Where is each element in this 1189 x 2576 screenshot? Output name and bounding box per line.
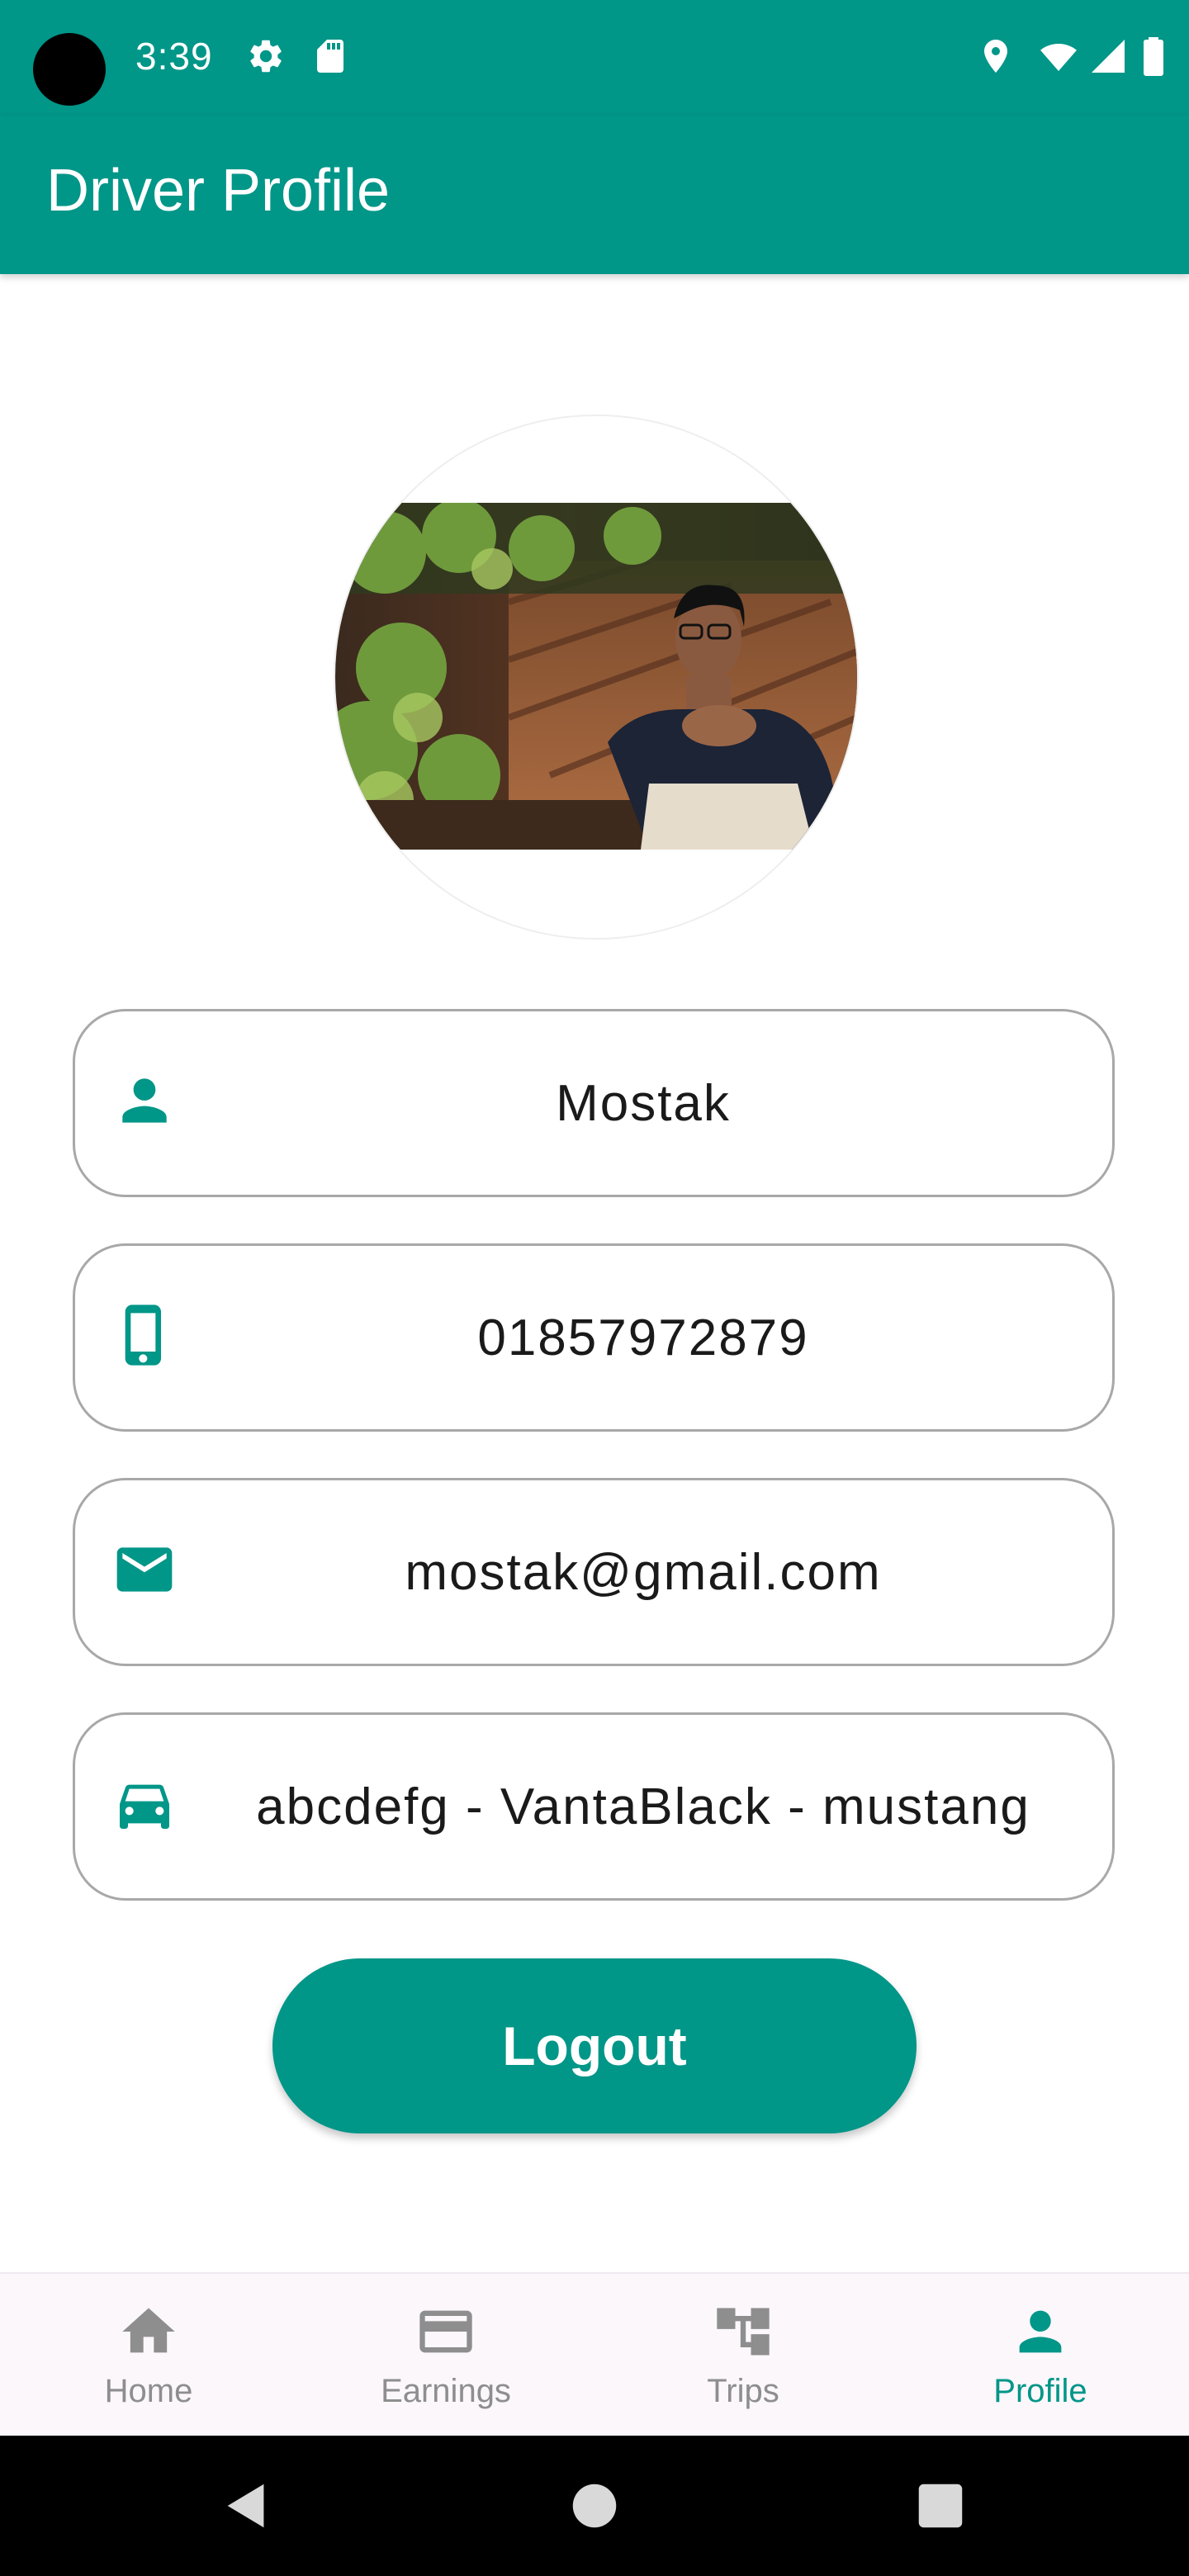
gear-icon: [246, 36, 286, 76]
app-bar: Driver Profile: [0, 116, 1189, 274]
location-icon: [976, 36, 1016, 76]
phone-value: 01857972879: [477, 1309, 809, 1366]
recents-icon[interactable]: [912, 2477, 969, 2535]
vehicle-value: abcdefg - VantaBlack - mustang: [256, 1778, 1030, 1835]
driver-photo-image: [335, 503, 857, 850]
name-value: Mostak: [556, 1074, 731, 1132]
battery-icon: [1139, 36, 1168, 76]
system-navigation-bar: [0, 2436, 1189, 2576]
trips-tree-icon: [712, 2300, 775, 2363]
driver-photo: [334, 414, 859, 940]
nav-item-home[interactable]: Home: [0, 2274, 297, 2437]
page-title: Driver Profile: [46, 158, 391, 224]
signal-icon: [1088, 36, 1128, 76]
name-field[interactable]: Mostak: [73, 1009, 1115, 1197]
email-value: mostak@gmail.com: [405, 1543, 882, 1601]
logout-button[interactable]: Logout: [272, 1958, 917, 2133]
earnings-card-icon: [414, 2300, 477, 2363]
profile-person-icon: [1009, 2300, 1072, 2363]
back-icon[interactable]: [218, 2477, 276, 2535]
email-icon: [111, 1537, 178, 1603]
vehicle-field[interactable]: abcdefg - VantaBlack - mustang: [73, 1712, 1115, 1901]
nav-label-home: Home: [104, 2373, 193, 2409]
home-icon: [117, 2300, 180, 2363]
home-circle-icon[interactable]: [566, 2477, 623, 2535]
phone-field[interactable]: 01857972879: [73, 1243, 1115, 1432]
bottom-navigation: Home Earnings Trips Profile: [0, 2272, 1189, 2437]
wifi-icon: [1037, 36, 1080, 76]
status-time: 3:39: [135, 35, 213, 78]
phone-icon: [111, 1302, 178, 1368]
camera-cutout: [33, 33, 106, 106]
nav-item-trips[interactable]: Trips: [594, 2274, 892, 2437]
nav-label-trips: Trips: [707, 2373, 779, 2409]
nav-label-profile: Profile: [993, 2373, 1087, 2409]
sd-card-icon: [310, 36, 350, 76]
nav-item-earnings[interactable]: Earnings: [297, 2274, 594, 2437]
nav-label-earnings: Earnings: [381, 2373, 511, 2409]
car-icon: [111, 1771, 178, 1837]
nav-item-profile[interactable]: Profile: [892, 2274, 1189, 2437]
status-bar: 3:39: [0, 0, 1189, 116]
driver-profile-screen: 3:39 Driver Profile Mostak 01857972879 m…: [0, 0, 1189, 2576]
person-icon: [111, 1068, 178, 1134]
email-field[interactable]: mostak@gmail.com: [73, 1478, 1115, 1666]
